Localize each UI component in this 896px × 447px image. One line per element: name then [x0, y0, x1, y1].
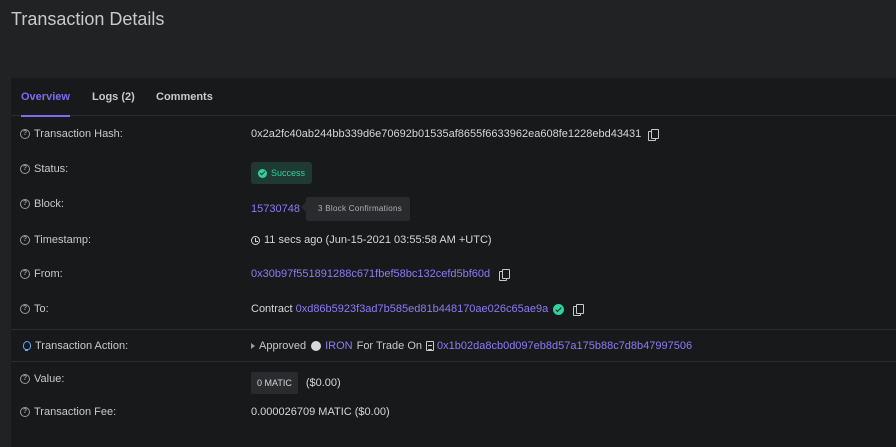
to-address-link[interactable]: 0xd86b5923f3ad7b585ed81b448170ae026c65ae… [296, 302, 549, 316]
to-label: To: [34, 303, 49, 315]
action-label: Transaction Action: [35, 340, 129, 352]
copy-icon[interactable] [573, 303, 585, 316]
section-divider [11, 329, 896, 330]
value-usd: ($0.00) [305, 377, 341, 389]
block-row: ? Block: 15730748 3 Block Confirmations [11, 197, 896, 221]
value-label: Value: [34, 373, 65, 385]
tab-bar: Overview Logs (2) Comments [11, 78, 896, 117]
caret-right-icon [251, 343, 255, 349]
transaction-card: Overview Logs (2) Comments ? Transaction … [11, 78, 896, 447]
action-verb: Approved [259, 340, 307, 352]
question-circle-icon: ? [20, 269, 30, 279]
section-divider [11, 361, 896, 362]
question-circle-icon: ? [20, 374, 30, 384]
copy-icon[interactable] [648, 128, 660, 141]
action-middle-text: For Trade On [356, 340, 423, 352]
status-value: Success [271, 168, 306, 178]
page-title: Transaction Details [11, 9, 165, 29]
tab-logs[interactable]: Logs (2) [92, 78, 135, 116]
lightbulb-icon [20, 340, 32, 352]
question-circle-icon: ? [20, 235, 30, 245]
timestamp-value: 11 secs ago (Jun-15-2021 03:55:58 AM +UT… [264, 234, 492, 246]
block-label: Block: [34, 198, 64, 210]
token-icon [311, 341, 322, 351]
action-address-link[interactable]: 0x1b02da8cb0d097eb8d57a175b88c7d8b479975… [437, 339, 692, 353]
value-amount-badge: 0 MATIC [251, 372, 298, 394]
check-circle-icon [258, 168, 267, 178]
question-circle-icon: ? [20, 407, 30, 417]
block-confirmations-badge: 3 Block Confirmations [300, 197, 411, 221]
fee-row: ? Transaction Fee: 0.000026709 MATIC ($0.… [11, 405, 896, 425]
timestamp-label: Timestamp: [34, 234, 92, 246]
file-icon [426, 341, 435, 351]
value-row: ? Value: 0 MATIC ($0.00) [11, 372, 896, 394]
transaction-hash: 0x2a2fc40ab244bb339d6e70692b01535af8655f… [251, 128, 642, 140]
action-row: Transaction Action: Approved IRON For Tr… [11, 339, 896, 359]
copy-icon[interactable] [499, 268, 511, 281]
question-circle-icon: ? [20, 304, 30, 314]
from-address-link[interactable]: 0x30b97f551891288c671fbef58bc132cefd5bf6… [251, 267, 490, 281]
question-circle-icon: ? [20, 199, 30, 209]
status-badge: Success [251, 162, 313, 184]
question-circle-icon: ? [20, 129, 30, 139]
question-circle-icon: ? [20, 164, 30, 174]
token-link[interactable]: IRON [325, 339, 353, 353]
tab-comments[interactable]: Comments [156, 78, 213, 116]
to-row: ? To: Contract 0xd86b5923f3ad7b585ed81b44… [11, 302, 896, 322]
clock-icon [251, 235, 260, 245]
verified-check-icon [553, 303, 565, 315]
tab-overview[interactable]: Overview [21, 78, 70, 117]
timestamp-row: ? Timestamp: 11 secs ago (Jun-15-2021 03:… [11, 233, 896, 253]
from-label: From: [34, 268, 63, 280]
to-contract-prefix: Contract [251, 303, 293, 315]
status-row: ? Status: Success [11, 162, 896, 184]
fee-value: 0.000026709 MATIC ($0.00) [251, 406, 390, 418]
block-number-link[interactable]: 15730748 [251, 202, 300, 216]
hash-label: Transaction Hash: [34, 128, 123, 140]
status-label: Status: [34, 163, 69, 175]
from-row: ? From: 0x30b97f551891288c671fbef58bc132c… [11, 267, 896, 287]
fee-label: Transaction Fee: [34, 406, 117, 418]
hash-row: ? Transaction Hash: 0x2a2fc40ab244bb339d6… [11, 127, 896, 147]
